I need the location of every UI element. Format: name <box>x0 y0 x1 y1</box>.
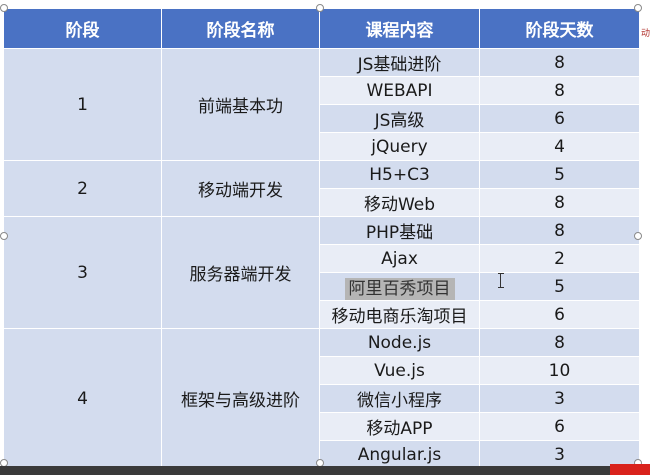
header-stage-days: 阶段天数 <box>479 8 640 49</box>
resize-handle-middle-right[interactable] <box>634 232 642 240</box>
course-cell-selected[interactable]: 阿里百秀项目 <box>319 272 480 301</box>
course-cell[interactable]: JS高级 <box>319 104 480 133</box>
course-schedule-table[interactable]: 阶段 阶段名称 课程内容 阶段天数 1 前端基本功 JS基础进阶 8 WEBAP… <box>3 8 640 469</box>
days-cell[interactable]: 3 <box>479 384 640 413</box>
course-cell[interactable]: 移动Web <box>319 188 480 217</box>
corner-accent <box>610 464 650 475</box>
course-cell[interactable]: jQuery <box>319 132 480 161</box>
days-cell[interactable]: 6 <box>479 412 640 441</box>
course-cell[interactable]: Node.js <box>319 328 480 357</box>
course-cell[interactable]: WEBAPI <box>319 76 480 105</box>
days-cell[interactable]: 6 <box>479 300 640 329</box>
slide-canvas[interactable]: 阶段 阶段名称 课程内容 阶段天数 1 前端基本功 JS基础进阶 8 WEBAP… <box>0 0 640 469</box>
table-row: 4 框架与高级进阶 Node.js 8 <box>3 328 640 469</box>
course-cell[interactable]: Angular.js <box>319 440 480 469</box>
stage-number-cell[interactable]: 1 <box>3 48 162 161</box>
resize-handle-top-center[interactable] <box>316 4 324 12</box>
header-stage: 阶段 <box>3 8 162 49</box>
resize-handle-top-right[interactable] <box>634 4 642 12</box>
days-cell[interactable]: 2 <box>479 244 640 273</box>
edge-label: 动 <box>641 29 650 39</box>
stage-name-cell[interactable]: 服务器端开发 <box>161 216 320 329</box>
stage-number-cell[interactable]: 2 <box>3 160 162 217</box>
course-cell[interactable]: 微信小程序 <box>319 384 480 413</box>
days-cell[interactable]: 8 <box>479 48 640 77</box>
selected-text[interactable]: 阿里百秀项目 <box>344 278 455 300</box>
days-cell[interactable]: 8 <box>479 328 640 357</box>
stage-number-cell[interactable]: 3 <box>3 216 162 329</box>
table-header-row: 阶段 阶段名称 课程内容 阶段天数 <box>3 8 640 49</box>
header-stage-name: 阶段名称 <box>161 8 320 49</box>
text-cursor-icon <box>498 273 504 288</box>
course-cell[interactable]: Vue.js <box>319 356 480 385</box>
stage-name-cell[interactable]: 框架与高级进阶 <box>161 328 320 469</box>
table-row: 1 前端基本功 JS基础进阶 8 <box>3 48 640 161</box>
header-course-content: 课程内容 <box>319 8 480 49</box>
table-row: 3 服务器端开发 PHP基础 8 <box>3 216 640 329</box>
resize-handle-middle-left[interactable] <box>0 232 8 240</box>
stage-name-cell[interactable]: 移动端开发 <box>161 160 320 217</box>
days-cell[interactable]: 8 <box>479 188 640 217</box>
stage-name-cell[interactable]: 前端基本功 <box>161 48 320 161</box>
status-bar <box>0 466 650 475</box>
course-cell[interactable]: PHP基础 <box>319 216 480 245</box>
course-cell[interactable]: Ajax <box>319 244 480 273</box>
days-cell[interactable]: 10 <box>479 356 640 385</box>
days-cell[interactable]: 6 <box>479 104 640 133</box>
days-cell[interactable]: 8 <box>479 216 640 245</box>
resize-handle-top-left[interactable] <box>0 4 8 12</box>
course-cell[interactable]: H5+C3 <box>319 160 480 189</box>
course-cell[interactable]: 移动APP <box>319 412 480 441</box>
table-row: 2 移动端开发 H5+C3 5 <box>3 160 640 217</box>
course-cell[interactable]: 移动电商乐淘项目 <box>319 300 480 329</box>
days-cell[interactable]: 4 <box>479 132 640 161</box>
stage-number-cell[interactable]: 4 <box>3 328 162 469</box>
course-cell[interactable]: JS基础进阶 <box>319 48 480 77</box>
days-cell[interactable]: 5 <box>479 160 640 189</box>
days-cell[interactable]: 8 <box>479 76 640 105</box>
